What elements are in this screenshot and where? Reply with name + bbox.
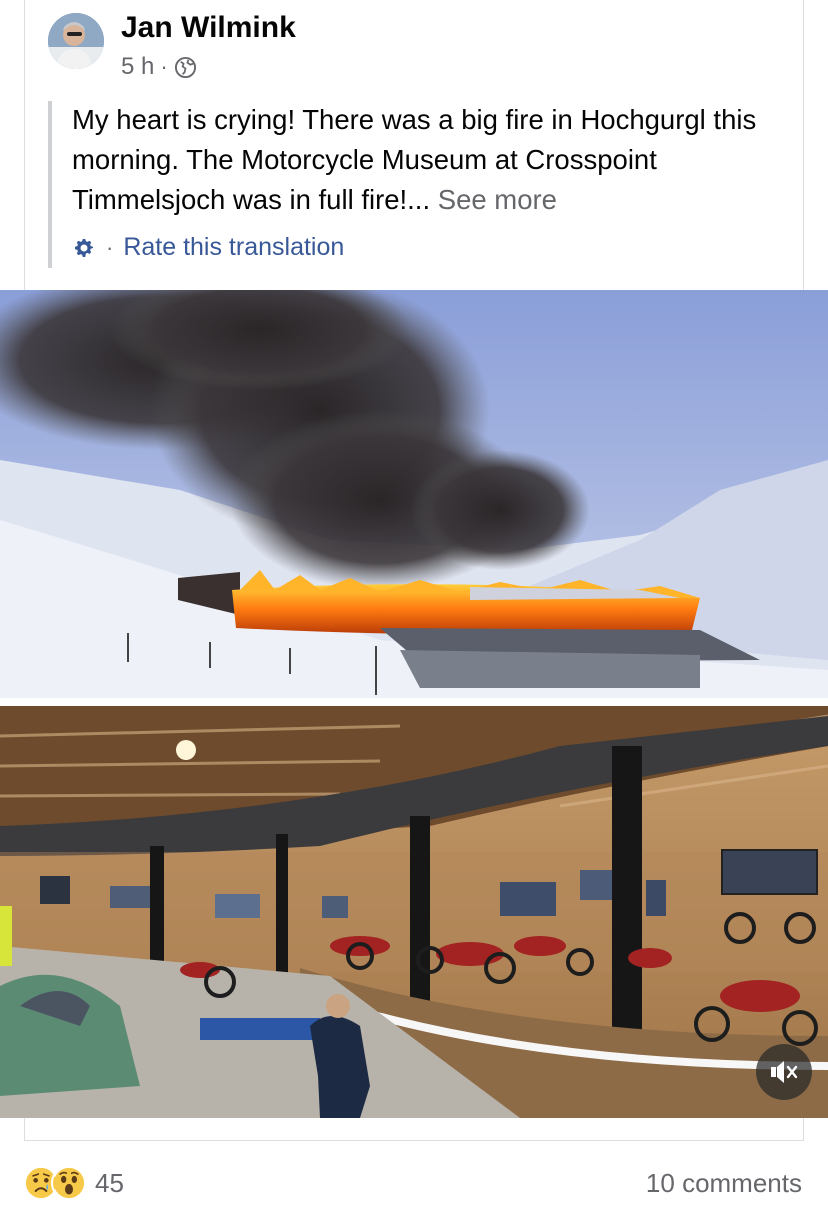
post-body: My heart is crying! There was a big fire…: [72, 104, 757, 215]
card-border-right: [803, 0, 804, 290]
post-time[interactable]: 5 h: [121, 53, 154, 81]
post-meta: 5 h ·: [121, 53, 197, 81]
meta-separator: ·: [160, 54, 168, 79]
avatar[interactable]: [48, 13, 104, 69]
museum-interior-photo[interactable]: [0, 706, 828, 1118]
post-text: My heart is crying! There was a big fire…: [72, 100, 792, 220]
translation-quote-bar: [48, 101, 52, 268]
reactions-summary[interactable]: 45: [23, 1165, 124, 1201]
media-bottom-border: [24, 1118, 804, 1141]
mute-toggle-button[interactable]: [756, 1044, 812, 1100]
rate-translation-link[interactable]: Rate this translation: [123, 233, 344, 262]
reaction-count[interactable]: 45: [95, 1168, 124, 1199]
globe-icon: [174, 56, 196, 78]
see-more-link[interactable]: See more: [438, 184, 557, 215]
gear-icon[interactable]: [72, 236, 96, 260]
translation-row: · Rate this translation: [72, 233, 344, 262]
speaker-muted-icon: [771, 1061, 798, 1083]
wow-reaction-icon: [51, 1165, 87, 1201]
card-border-left: [24, 0, 25, 290]
translation-separator: ·: [106, 234, 114, 260]
author-name[interactable]: Jan Wilmink: [121, 11, 296, 45]
fire-photo[interactable]: [0, 290, 828, 698]
comments-count-link[interactable]: 10 comments: [646, 1168, 802, 1199]
